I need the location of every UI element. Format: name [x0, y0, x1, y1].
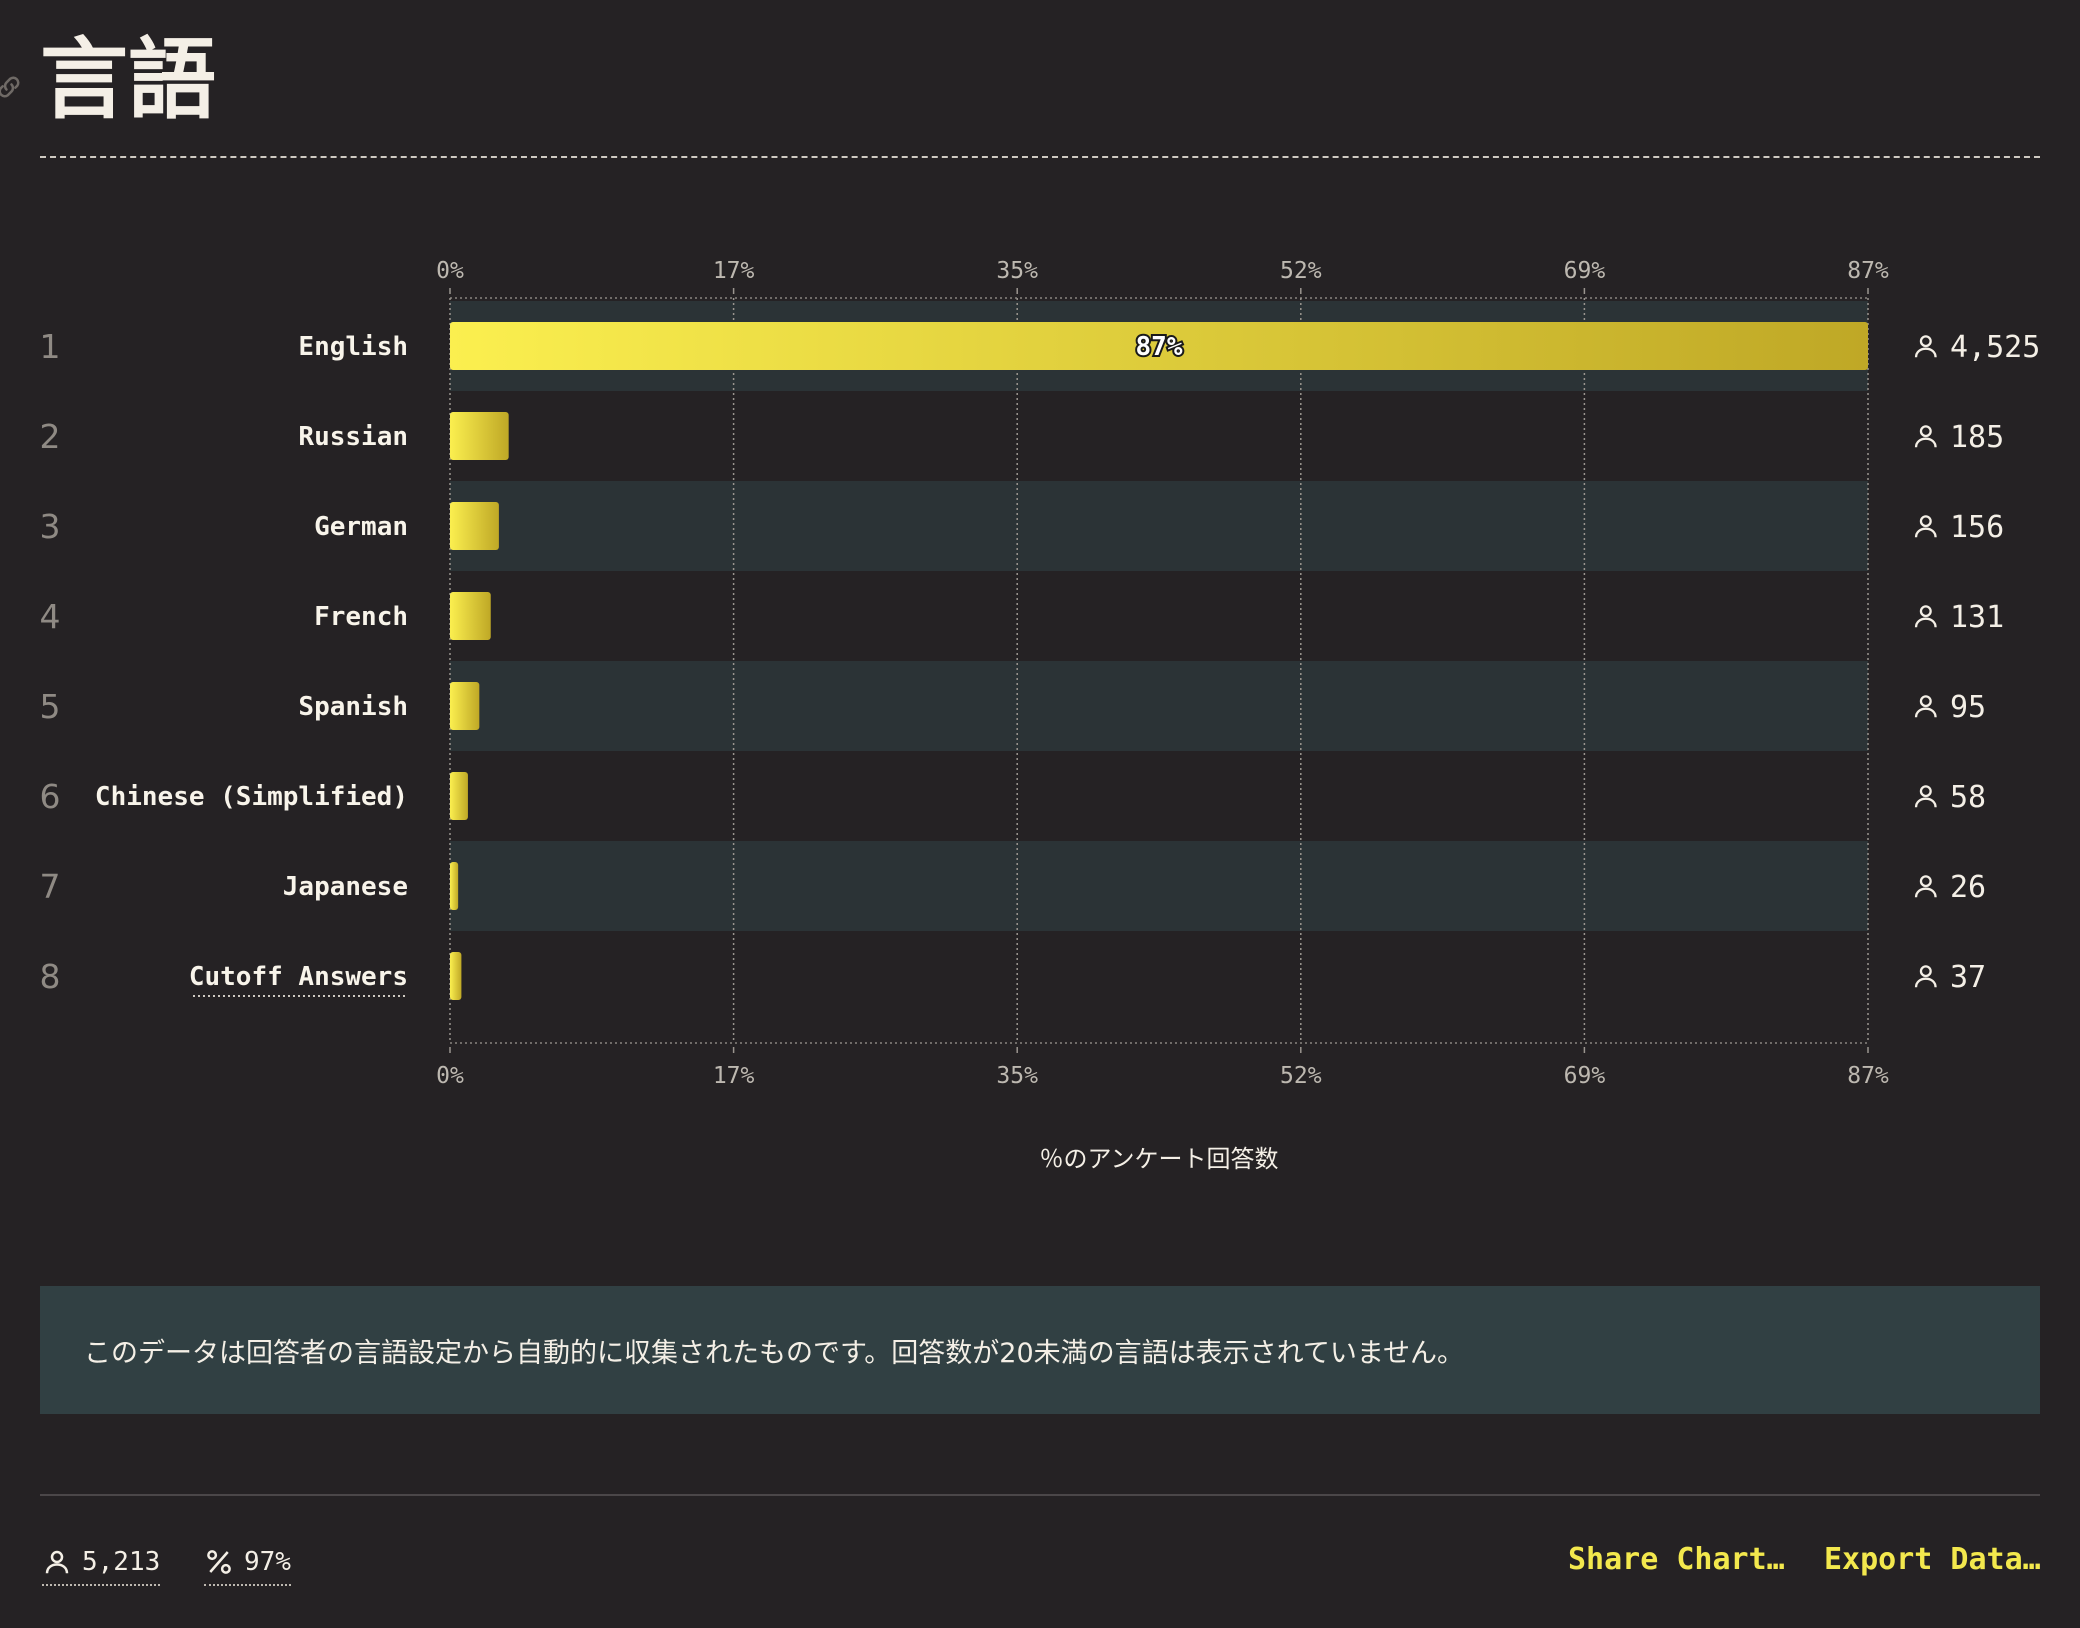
x-tick-label-top: 52%: [1280, 258, 1322, 284]
page: 言語 0% 0% 17% 17% 35% 35% 52% 52% 69% 69% 87% 87% 1 En…: [0, 0, 2080, 1628]
x-tick-label-top: 0%: [436, 258, 464, 284]
x-tick-label-top: 87%: [1847, 258, 1889, 284]
category-label: Spanish: [298, 692, 408, 722]
person-icon: [45, 1550, 69, 1574]
rank-label: 2: [40, 417, 61, 456]
x-tick-label-top: 69%: [1564, 258, 1606, 284]
person-icon: [1914, 875, 1937, 898]
rank-label: 6: [40, 777, 61, 816]
person-icon: [1914, 335, 1937, 358]
respondents-stat[interactable]: 5,213: [42, 1540, 161, 1586]
x-tick-label-top: 35%: [996, 258, 1038, 284]
rank-label: 8: [40, 957, 61, 996]
bar-chart: 0% 0% 17% 17% 35% 35% 52% 52% 69% 69% 87% 87% 1 Engli…: [40, 258, 2041, 1173]
row-band: [450, 841, 1868, 931]
respondent-count: 37: [1950, 960, 1986, 995]
x-tick-label-bottom: 0%: [436, 1063, 464, 1089]
person-icon: [1914, 965, 1937, 988]
title-divider: [40, 156, 2040, 158]
share-chart-link[interactable]: Share Chart…: [1568, 1542, 1785, 1577]
bar[interactable]: [450, 952, 462, 1000]
rank-label: 1: [40, 327, 61, 366]
x-tick-label-bottom: 87%: [1847, 1063, 1889, 1089]
category-label[interactable]: Cutoff Answers: [189, 962, 408, 992]
respondent-count: 4,525: [1950, 330, 2040, 365]
category-label: Japanese: [283, 872, 408, 902]
respondent-count: 131: [1950, 600, 2004, 635]
page-title: 言語: [40, 28, 217, 131]
person-icon: [1914, 515, 1937, 538]
rank-label: 5: [40, 687, 61, 726]
respondent-count: 185: [1950, 420, 2004, 455]
row-band: [450, 661, 1868, 751]
respondent-count: 95: [1950, 690, 1986, 725]
category-label: French: [314, 602, 408, 632]
bar[interactable]: [450, 592, 491, 640]
bar[interactable]: [450, 502, 499, 550]
x-tick-label-bottom: 69%: [1564, 1063, 1606, 1089]
bar[interactable]: [450, 862, 459, 910]
respondent-count: 58: [1950, 780, 1986, 815]
person-icon: [1914, 785, 1937, 808]
respondents-count: 5,213: [82, 1547, 161, 1577]
link-icon[interactable]: [0, 72, 24, 102]
category-label: Russian: [298, 422, 408, 452]
footer-divider: [40, 1494, 2040, 1496]
respondent-count: 26: [1950, 870, 1986, 905]
bar[interactable]: [450, 682, 480, 730]
x-tick-label-bottom: 35%: [996, 1063, 1038, 1089]
x-tick-label-bottom: 52%: [1280, 1063, 1322, 1089]
x-tick-label-top: 17%: [713, 258, 755, 284]
category-label: German: [314, 512, 408, 542]
bar-value-label: 87%: [1136, 332, 1183, 362]
percent-icon: [207, 1550, 231, 1574]
category-label: Chinese (Simplified): [95, 782, 408, 812]
x-tick-label-bottom: 17%: [713, 1063, 755, 1089]
row-band: [450, 481, 1868, 571]
rank-label: 3: [40, 507, 61, 546]
completion-stat[interactable]: 97%: [204, 1540, 291, 1586]
rank-label: 4: [40, 597, 61, 636]
x-axis-title: ％のアンケート回答数: [1039, 1145, 1278, 1173]
person-icon: [1914, 695, 1937, 718]
export-data-link[interactable]: Export Data…: [1824, 1542, 2041, 1577]
person-icon: [1914, 605, 1937, 628]
chart-note-text: このデータは回答者の言語設定から自動的に収集されたものです。回答数が20未満の言…: [84, 1337, 1465, 1369]
rank-label: 7: [40, 867, 61, 906]
completion-percent: 97%: [244, 1547, 291, 1577]
person-icon: [1914, 425, 1937, 448]
respondent-count: 156: [1950, 510, 2004, 545]
chart-note: このデータは回答者の言語設定から自動的に収集されたものです。回答数が20未満の言…: [40, 1286, 2040, 1414]
bar[interactable]: [450, 412, 509, 460]
category-label: English: [298, 332, 408, 362]
bar[interactable]: [450, 772, 468, 820]
